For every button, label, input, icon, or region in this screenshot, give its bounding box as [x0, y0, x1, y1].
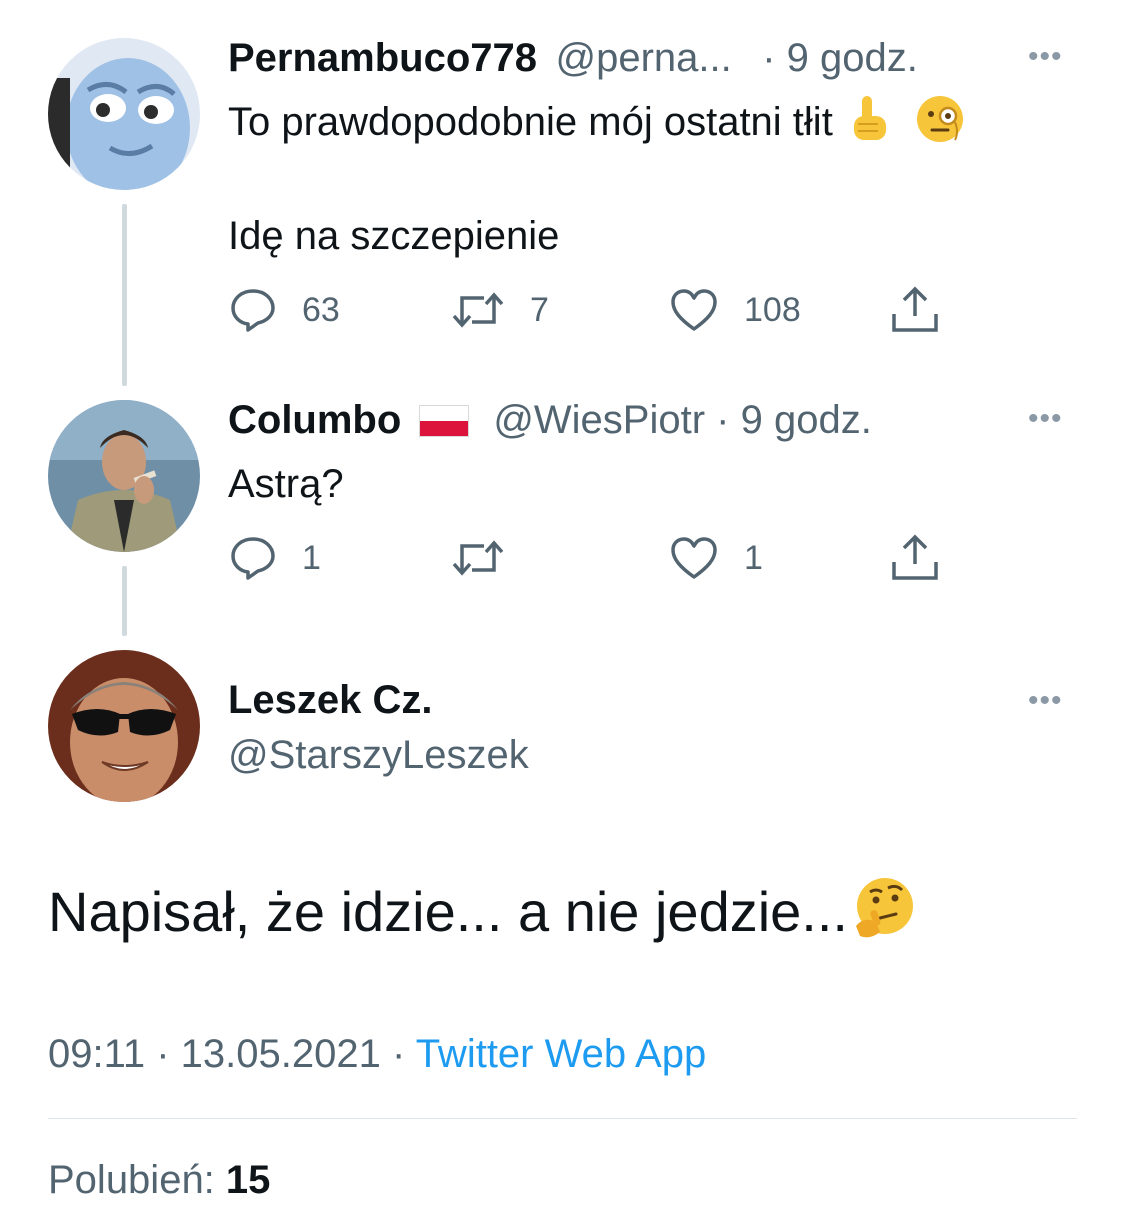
reply-count: 1: [302, 538, 321, 577]
tweet-text: Astrą?: [228, 462, 344, 506]
avatar-pernambuco[interactable]: [48, 38, 200, 190]
retweet-button[interactable]: 7: [452, 288, 549, 332]
more-dots-icon[interactable]: •••: [1028, 684, 1063, 718]
retweet-icon: [452, 540, 504, 576]
retweet-icon: [452, 292, 504, 328]
user-handle[interactable]: @StarszyLeszek: [228, 733, 529, 778]
likes-count[interactable]: 15: [226, 1158, 271, 1202]
like-button[interactable]: 1: [670, 536, 763, 580]
heart-icon: [671, 537, 717, 579]
thread-line: [122, 204, 127, 386]
share-icon: [892, 534, 938, 580]
reply-count: 63: [302, 290, 340, 329]
like-button[interactable]: 108: [670, 288, 801, 332]
tweet-time[interactable]: · 9 godz.: [762, 36, 918, 80]
reply-button[interactable]: 1: [230, 536, 321, 580]
reply-icon: [231, 289, 275, 332]
heart-icon: [671, 289, 717, 331]
tweet-source-link[interactable]: Twitter Web App: [416, 1032, 707, 1076]
thread-line: [122, 566, 127, 636]
likes-label[interactable]: Polubień:: [48, 1158, 226, 1202]
share-button[interactable]: [890, 286, 940, 334]
avatar-leszek[interactable]: [48, 650, 200, 802]
user-handle[interactable]: @WiesPiotr · 9 godz.: [493, 398, 872, 443]
like-count: 108: [744, 290, 801, 329]
tweet-text-line2: Idę na szczepienie: [228, 214, 560, 258]
more-dots-icon[interactable]: •••: [1028, 40, 1063, 74]
share-icon: [892, 286, 938, 332]
more-dots-icon[interactable]: •••: [1028, 402, 1063, 436]
user-handle[interactable]: @perna...: [555, 36, 731, 80]
reply-button[interactable]: 63: [230, 288, 340, 332]
user-name[interactable]: Columbo: [228, 398, 401, 443]
main-tweet-text: Napisał, że idzie... a nie jedzie...: [48, 880, 848, 943]
divider: [48, 1118, 1077, 1119]
user-name[interactable]: Leszek Cz.: [228, 678, 433, 723]
retweet-button[interactable]: [452, 536, 530, 580]
pointing-up-emoji: [848, 94, 892, 155]
avatar-columbo[interactable]: [48, 400, 200, 552]
reply-icon: [231, 537, 275, 580]
share-button[interactable]: [890, 534, 940, 582]
user-name[interactable]: Pernambuco778: [228, 36, 537, 80]
tweet-text: To prawdopodobnie mój ostatni tłit: [228, 100, 833, 145]
face-with-monocle-emoji: [915, 94, 965, 155]
retweet-count: 7: [530, 290, 549, 329]
like-count: 1: [744, 538, 763, 577]
tweet-timestamp[interactable]: 09:11 · 13.05.2021 ·: [48, 1032, 416, 1076]
thinking-face-emoji: [850, 876, 916, 947]
poland-flag: [419, 404, 470, 437]
